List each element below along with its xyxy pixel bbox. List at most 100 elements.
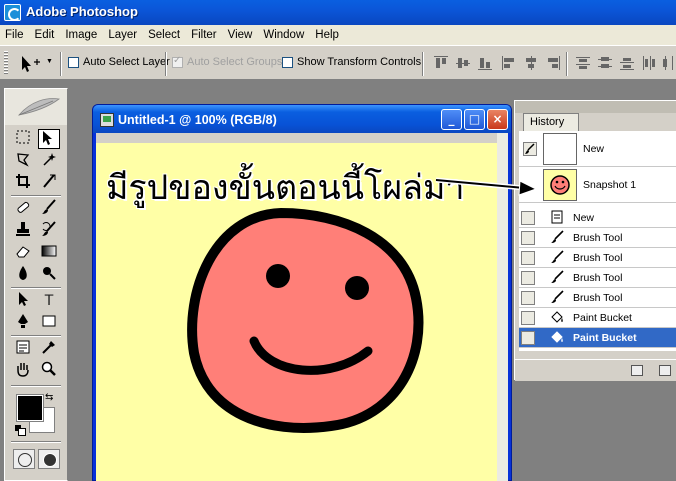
show-transform-controls-checkbox[interactable]: Show Transform Controls	[282, 56, 421, 68]
new-document-from-state-icon[interactable]	[631, 365, 643, 376]
options-bar: ▼ Auto Select Layer Auto Select Groups S…	[0, 45, 676, 80]
distribute-left-icon[interactable]	[642, 56, 656, 70]
snapshot-thumbnail	[543, 169, 577, 201]
align-top-icon[interactable]	[434, 56, 448, 70]
gradient-tool-icon[interactable]	[38, 243, 60, 263]
history-state-label: Brush Tool	[573, 232, 623, 244]
slice-tool-icon[interactable]	[38, 173, 60, 193]
menu-help[interactable]: Help	[315, 29, 339, 41]
path-selection-tool-icon[interactable]	[12, 291, 34, 311]
distribute-top-icon[interactable]	[576, 56, 590, 70]
tool-preset-picker[interactable]: ▼	[18, 54, 54, 74]
chevron-down-icon: ▼	[46, 58, 53, 65]
dodge-tool-icon[interactable]	[38, 265, 60, 285]
standard-mode-button[interactable]	[13, 449, 35, 469]
tab-history[interactable]: History	[523, 113, 579, 131]
blur-tool-icon[interactable]	[12, 265, 34, 285]
history-state-row[interactable]: Brush Tool	[519, 228, 676, 248]
history-brush-source-icon[interactable]	[523, 142, 537, 159]
panel-title-bar[interactable]	[515, 101, 676, 113]
history-brush-tool-icon[interactable]	[38, 221, 60, 241]
history-state-label: Paint Bucket	[573, 332, 637, 344]
snapshot-label: Snapshot 1	[583, 179, 637, 191]
hand-tool-icon[interactable]	[12, 361, 34, 381]
close-button[interactable]: ×	[487, 109, 508, 130]
eraser-tool-icon[interactable]	[12, 243, 34, 263]
align-vertical-center-icon[interactable]	[456, 56, 470, 70]
toolbox: T ⇆	[4, 88, 68, 481]
auto-select-groups-checkbox[interactable]: Auto Select Groups	[172, 55, 282, 68]
menu-filter[interactable]: Filter	[191, 29, 217, 41]
pen-tool-icon[interactable]	[12, 313, 34, 333]
divider	[11, 385, 61, 387]
align-bottom-icon[interactable]	[478, 56, 492, 70]
notes-tool-icon[interactable]	[12, 339, 34, 359]
toolbox-header[interactable]	[5, 89, 67, 125]
history-source-box[interactable]	[521, 331, 535, 345]
distribute-horizontal-center-icon[interactable]	[662, 56, 676, 70]
menu-image[interactable]: Image	[65, 29, 97, 41]
history-source-box[interactable]	[521, 211, 535, 225]
marquee-tool-icon[interactable]	[12, 129, 34, 149]
brush-tool-icon[interactable]	[38, 199, 60, 219]
feather-logo-icon	[17, 98, 60, 116]
create-snapshot-icon[interactable]	[659, 365, 671, 376]
auto-select-layer-label: Auto Select Layer	[83, 56, 170, 68]
history-list: New Snapshot 1 New Brush Tool Brush Tool	[519, 131, 676, 351]
minimize-button[interactable]: _	[441, 109, 462, 130]
history-state-row-selected[interactable]: Paint Bucket	[519, 328, 676, 348]
snapshot-row[interactable]: Snapshot 1	[519, 167, 676, 203]
smiley-icon	[550, 175, 570, 195]
magic-wand-tool-icon[interactable]	[38, 151, 60, 171]
annotation-text: มีรูปของขั้นตอนนี้โผล่มา	[106, 168, 465, 208]
type-tool-icon[interactable]: T	[38, 291, 60, 311]
menu-layer[interactable]: Layer	[108, 29, 137, 41]
crop-tool-icon[interactable]	[12, 173, 34, 193]
history-state-label: Brush Tool	[573, 292, 623, 304]
menu-select[interactable]: Select	[148, 29, 180, 41]
history-state-row[interactable]: Brush Tool	[519, 268, 676, 288]
document-title-bar[interactable]: Untitled-1 @ 100% (RGB/8) _ □ ×	[93, 105, 511, 133]
history-state-label: New	[573, 212, 595, 224]
healing-brush-tool-icon[interactable]	[12, 199, 34, 219]
history-source-box[interactable]	[521, 251, 535, 265]
menu-file[interactable]: File	[5, 29, 24, 41]
history-source-box[interactable]	[521, 231, 535, 245]
menu-window[interactable]: Window	[263, 29, 304, 41]
eyedropper-tool-icon[interactable]	[38, 339, 60, 359]
paint-bucket-icon	[549, 330, 565, 346]
menu-edit[interactable]: Edit	[35, 29, 55, 41]
maximize-button[interactable]: □	[464, 109, 485, 130]
history-source-box[interactable]	[521, 271, 535, 285]
align-right-icon[interactable]	[546, 56, 560, 70]
default-colors-icon[interactable]	[15, 425, 26, 436]
history-state-row[interactable]: Brush Tool	[519, 288, 676, 308]
checkbox-box	[282, 56, 293, 68]
swap-colors-icon[interactable]: ⇆	[45, 392, 53, 403]
history-state-row[interactable]: New	[519, 208, 676, 228]
menu-view[interactable]: View	[228, 29, 253, 41]
app-title: Adobe Photoshop	[26, 4, 138, 19]
align-horizontal-center-icon[interactable]	[524, 56, 538, 70]
document-title: Untitled-1 @ 100% (RGB/8)	[118, 113, 277, 127]
quick-mask-mode-button[interactable]	[38, 449, 60, 469]
toolbar-grip[interactable]	[4, 51, 8, 75]
vertical-scrollbar[interactable]	[497, 133, 508, 481]
move-tool-icon[interactable]	[38, 129, 60, 149]
auto-select-layer-checkbox[interactable]: Auto Select Layer	[68, 56, 170, 68]
clone-stamp-tool-icon[interactable]	[12, 221, 34, 241]
history-source-box[interactable]	[521, 311, 535, 325]
zoom-tool-icon[interactable]	[38, 361, 60, 381]
history-state-row[interactable]: Paint Bucket	[519, 308, 676, 328]
lasso-tool-icon[interactable]	[12, 151, 34, 171]
distribute-vertical-center-icon[interactable]	[598, 56, 612, 70]
snapshot-row[interactable]: New	[519, 131, 676, 167]
brush-icon	[549, 290, 565, 306]
foreground-color-swatch[interactable]	[16, 394, 44, 422]
distribute-bottom-icon[interactable]	[620, 56, 634, 70]
history-state-row[interactable]: Brush Tool	[519, 248, 676, 268]
align-left-icon[interactable]	[502, 56, 516, 70]
divider	[60, 52, 62, 76]
history-source-box[interactable]	[521, 291, 535, 305]
rectangle-tool-icon[interactable]	[38, 313, 60, 333]
